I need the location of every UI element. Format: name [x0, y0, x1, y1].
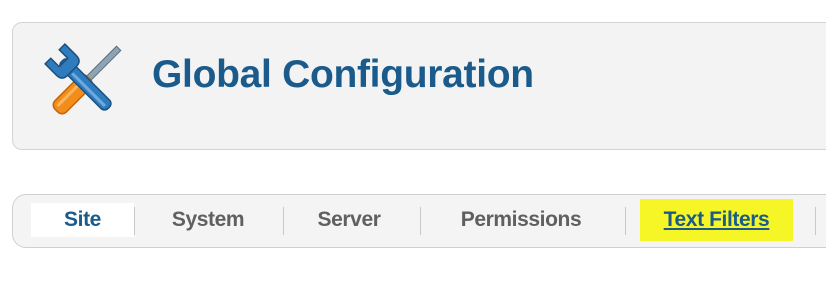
- page-title: Global Configuration: [152, 53, 534, 96]
- tab-server[interactable]: Server: [296, 203, 402, 237]
- tab-site[interactable]: Site: [31, 203, 134, 237]
- tab-separator: [283, 207, 284, 235]
- tab-text-filters[interactable]: Text Filters: [640, 199, 793, 241]
- wrench-screwdriver-icon: [44, 43, 122, 115]
- page: Global Configuration Site System Server …: [0, 0, 826, 287]
- tab-permissions[interactable]: Permissions: [438, 203, 604, 237]
- tab-separator: [134, 207, 135, 235]
- tab-separator: [420, 207, 421, 235]
- tab-separator: [625, 207, 626, 235]
- tab-system[interactable]: System: [150, 203, 266, 237]
- tab-separator: [815, 207, 816, 235]
